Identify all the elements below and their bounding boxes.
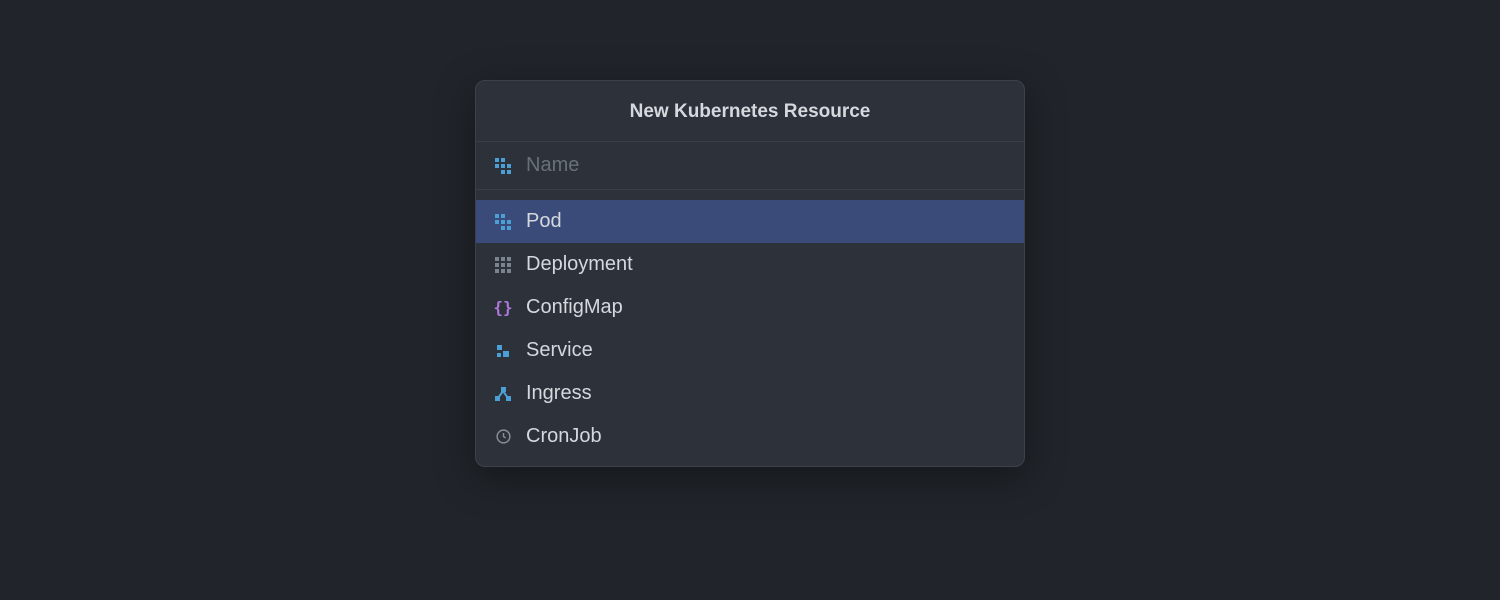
- name-input[interactable]: [526, 154, 1006, 177]
- resource-item-configmap[interactable]: {} ConfigMap: [476, 286, 1024, 329]
- resource-item-label: ConfigMap: [526, 296, 623, 319]
- grid-icon: [494, 157, 512, 175]
- resource-item-pod[interactable]: Pod: [476, 200, 1024, 243]
- grid-icon: [494, 256, 512, 274]
- braces-icon: {}: [494, 299, 512, 317]
- new-resource-dialog: New Kubernetes Resource Pod: [475, 80, 1025, 467]
- ingress-icon: [494, 385, 512, 403]
- resource-item-label: Service: [526, 339, 593, 362]
- resource-item-label: CronJob: [526, 425, 602, 448]
- service-icon: [494, 342, 512, 360]
- resource-item-label: Ingress: [526, 382, 592, 405]
- resource-list: Pod Deployment {} ConfigMap: [476, 190, 1024, 466]
- dialog-title: New Kubernetes Resource: [476, 81, 1024, 142]
- resource-item-ingress[interactable]: Ingress: [476, 372, 1024, 415]
- resource-item-service[interactable]: Service: [476, 329, 1024, 372]
- resource-item-label: Deployment: [526, 253, 633, 276]
- resource-item-cronjob[interactable]: CronJob: [476, 415, 1024, 458]
- name-input-row: [476, 142, 1024, 190]
- clock-icon: [494, 428, 512, 446]
- grid-icon: [494, 213, 512, 231]
- resource-item-label: Pod: [526, 210, 562, 233]
- resource-item-deployment[interactable]: Deployment: [476, 243, 1024, 286]
